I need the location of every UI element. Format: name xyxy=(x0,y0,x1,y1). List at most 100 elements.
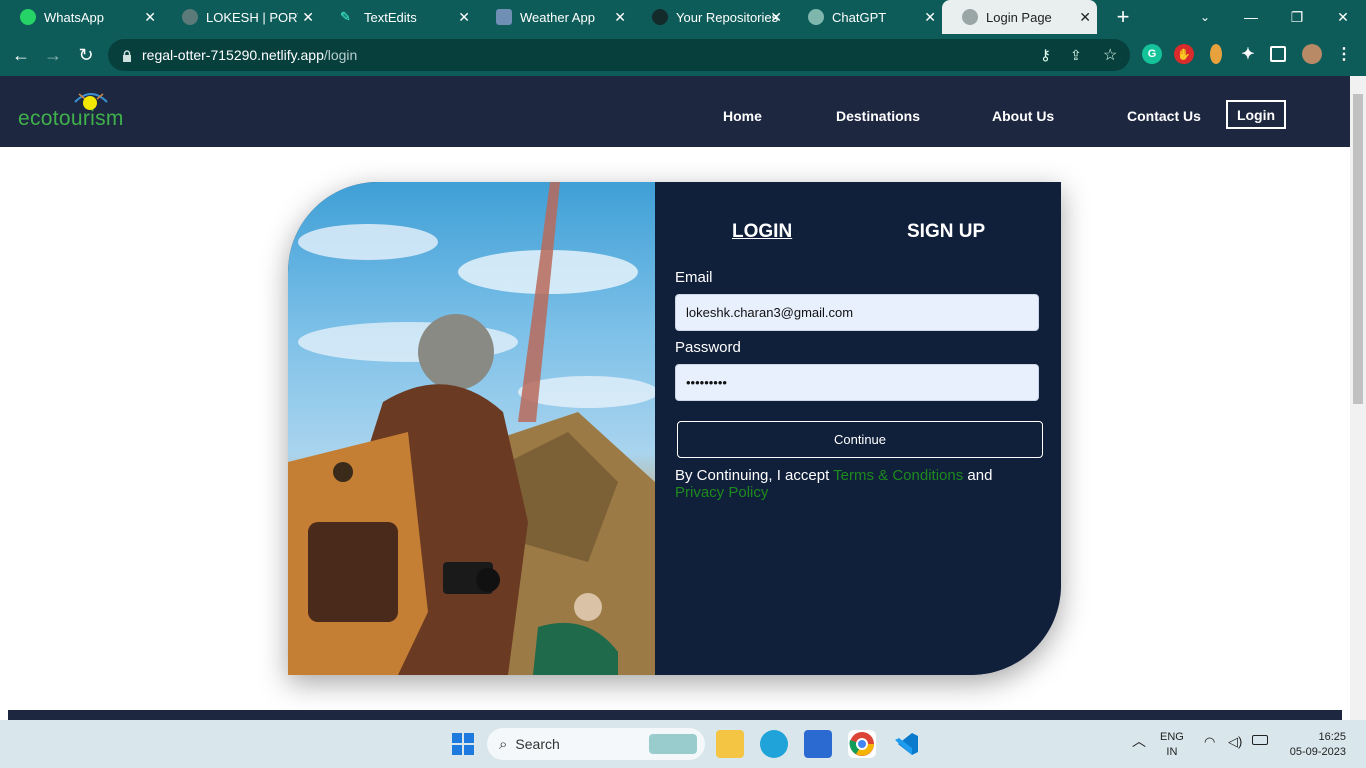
tab-chatgpt[interactable]: ChatGPT ✕ xyxy=(788,0,942,34)
tab-portfolio[interactable]: LOKESH | PORTFO ✕ xyxy=(162,0,320,34)
minimize-icon[interactable]: — xyxy=(1228,0,1274,34)
tab-label: LOKESH | PORTFO xyxy=(206,9,298,25)
terms-and: and xyxy=(963,467,993,484)
clock-date: 05-09-2023 xyxy=(1289,746,1346,758)
close-icon[interactable]: ✕ xyxy=(302,9,314,26)
site-logo[interactable]: ecotourism xyxy=(16,88,126,132)
github-icon xyxy=(652,9,668,25)
menu-icon[interactable]: ⋮ xyxy=(1334,44,1354,64)
side-panel-icon[interactable] xyxy=(1270,46,1286,62)
url-host: regal-otter-715290.netlify.app xyxy=(142,47,324,63)
tab-label: Login Page xyxy=(986,9,1052,25)
lang-code: ENG xyxy=(1160,731,1184,743)
page-scrollbar[interactable] xyxy=(1350,76,1366,720)
tab-login-page[interactable]: Login Page ✕ xyxy=(942,0,1097,34)
login-form-panel: LOGIN SIGN UP Email lokeshk.charan3@gmai… xyxy=(655,182,1061,675)
search-placeholder: Search xyxy=(515,736,560,752)
volume-icon[interactable]: ◁) xyxy=(1228,734,1242,749)
close-icon[interactable]: ✕ xyxy=(770,9,782,26)
chrome-icon[interactable] xyxy=(848,730,876,758)
terms-text: By Continuing, I accept Terms & Conditio… xyxy=(675,467,1045,501)
adblock-icon[interactable]: ✋ xyxy=(1174,44,1194,64)
url-path: /login xyxy=(323,47,358,63)
pen-icon: ✎ xyxy=(340,9,351,24)
globe-icon xyxy=(962,9,978,25)
extension-icon[interactable] xyxy=(1210,44,1222,64)
taskbar: ⌕ Search ︿ ENG IN ◠ ◁) 16:25 05-09-2023 xyxy=(0,720,1366,768)
tab-weather[interactable]: Weather App ✕ xyxy=(476,0,632,34)
search-icon: ⌕ xyxy=(499,735,508,753)
tab-textedits[interactable]: ✎ TextEdits ✕ xyxy=(320,0,476,34)
tab-label: ChatGPT xyxy=(832,9,887,25)
url-text: regal-otter-715290.netlify.app/login xyxy=(142,47,357,63)
vscode-icon[interactable] xyxy=(892,730,920,758)
email-label: Email xyxy=(675,269,713,286)
reload-icon[interactable]: ↻ xyxy=(73,42,99,68)
whatsapp-icon xyxy=(20,9,36,25)
logo-text: ecotourism xyxy=(18,107,124,130)
nav-home[interactable]: Home xyxy=(723,108,762,124)
tab-label: TextEdits xyxy=(364,9,417,25)
restore-icon[interactable]: ❐ xyxy=(1274,0,1320,34)
key-icon[interactable]: ⚷ xyxy=(1040,46,1051,64)
share-icon[interactable]: ⇪ xyxy=(1070,47,1082,64)
traveler-photo xyxy=(288,182,655,675)
terms-link[interactable]: Terms & Conditions xyxy=(833,467,963,484)
continue-button[interactable]: Continue xyxy=(677,421,1043,458)
wifi-icon[interactable]: ◠ xyxy=(1204,734,1215,749)
tab-label: Your Repositories xyxy=(676,9,779,25)
grammarly-icon[interactable]: G xyxy=(1142,44,1162,64)
forward-icon[interactable]: → xyxy=(40,42,66,68)
tab-repositories[interactable]: Your Repositories ✕ xyxy=(632,0,788,34)
back-icon[interactable]: ← xyxy=(8,42,34,68)
puzzle-icon[interactable]: ✦ xyxy=(1238,44,1258,64)
close-icon[interactable]: ✕ xyxy=(924,9,936,26)
chevron-up-icon[interactable]: ︿ xyxy=(1132,734,1146,749)
file-explorer-icon[interactable] xyxy=(716,730,744,758)
nav-about-us[interactable]: About Us xyxy=(992,108,1054,124)
close-icon[interactable]: ✕ xyxy=(458,9,470,26)
page-viewport: ecotourism Home Destinations About Us Co… xyxy=(0,76,1350,710)
close-icon[interactable]: ✕ xyxy=(614,9,626,26)
browser-toolbar: ← → ↻ regal-otter-715290.netlify.app/log… xyxy=(0,34,1366,76)
scroll-thumb[interactable] xyxy=(1353,94,1363,404)
close-icon[interactable]: ✕ xyxy=(1079,9,1091,26)
tab-label: Weather App xyxy=(520,9,595,25)
new-tab-button[interactable]: + xyxy=(1100,0,1146,34)
bookmark-star-icon[interactable]: ☆ xyxy=(1103,45,1117,65)
tab-whatsapp[interactable]: WhatsApp ✕ xyxy=(0,0,162,34)
tab-strip: WhatsApp ✕ LOKESH | PORTFO ✕ ✎ TextEdits… xyxy=(0,0,1366,34)
avatar[interactable] xyxy=(1302,44,1322,64)
site-navbar: ecotourism Home Destinations About Us Co… xyxy=(0,76,1350,147)
tab-label: WhatsApp xyxy=(44,9,104,25)
start-icon[interactable] xyxy=(449,730,477,758)
login-card: LOGIN SIGN UP Email lokeshk.charan3@gmai… xyxy=(288,182,1061,675)
lang-region: IN xyxy=(1166,746,1178,758)
page-footer xyxy=(8,710,1342,720)
globe-icon xyxy=(182,9,198,25)
window-close-icon[interactable]: ✕ xyxy=(1320,0,1366,34)
nav-contact-us[interactable]: Contact Us xyxy=(1127,108,1201,124)
address-bar[interactable]: regal-otter-715290.netlify.app/login ⚷ ⇪… xyxy=(108,39,1130,71)
nav-destinations[interactable]: Destinations xyxy=(836,108,920,124)
lock-icon xyxy=(122,49,132,62)
clock[interactable]: 16:25 05-09-2023 xyxy=(1282,730,1346,760)
chatgpt-icon xyxy=(808,9,824,25)
password-label: Password xyxy=(675,339,741,356)
password-field[interactable]: ••••••••• xyxy=(675,364,1039,401)
tab-signup[interactable]: SIGN UP xyxy=(907,221,985,243)
close-icon[interactable]: ✕ xyxy=(144,9,156,26)
language-indicator[interactable]: ENG IN xyxy=(1160,730,1184,760)
search-highlight-icon xyxy=(649,734,697,754)
store-icon[interactable] xyxy=(804,730,832,758)
tab-search-icon[interactable]: ⌄ xyxy=(1182,0,1228,34)
taskbar-search[interactable]: ⌕ Search xyxy=(487,728,705,760)
tab-login[interactable]: LOGIN xyxy=(732,221,792,243)
edge-icon[interactable] xyxy=(760,730,788,758)
nav-login-button[interactable]: Login xyxy=(1226,100,1286,129)
email-field[interactable]: lokeshk.charan3@gmail.com xyxy=(675,294,1039,331)
terms-prefix: By Continuing, I accept xyxy=(675,467,834,484)
weather-icon xyxy=(496,9,512,25)
battery-icon[interactable] xyxy=(1252,735,1268,745)
privacy-link[interactable]: Privacy Policy xyxy=(675,484,768,501)
